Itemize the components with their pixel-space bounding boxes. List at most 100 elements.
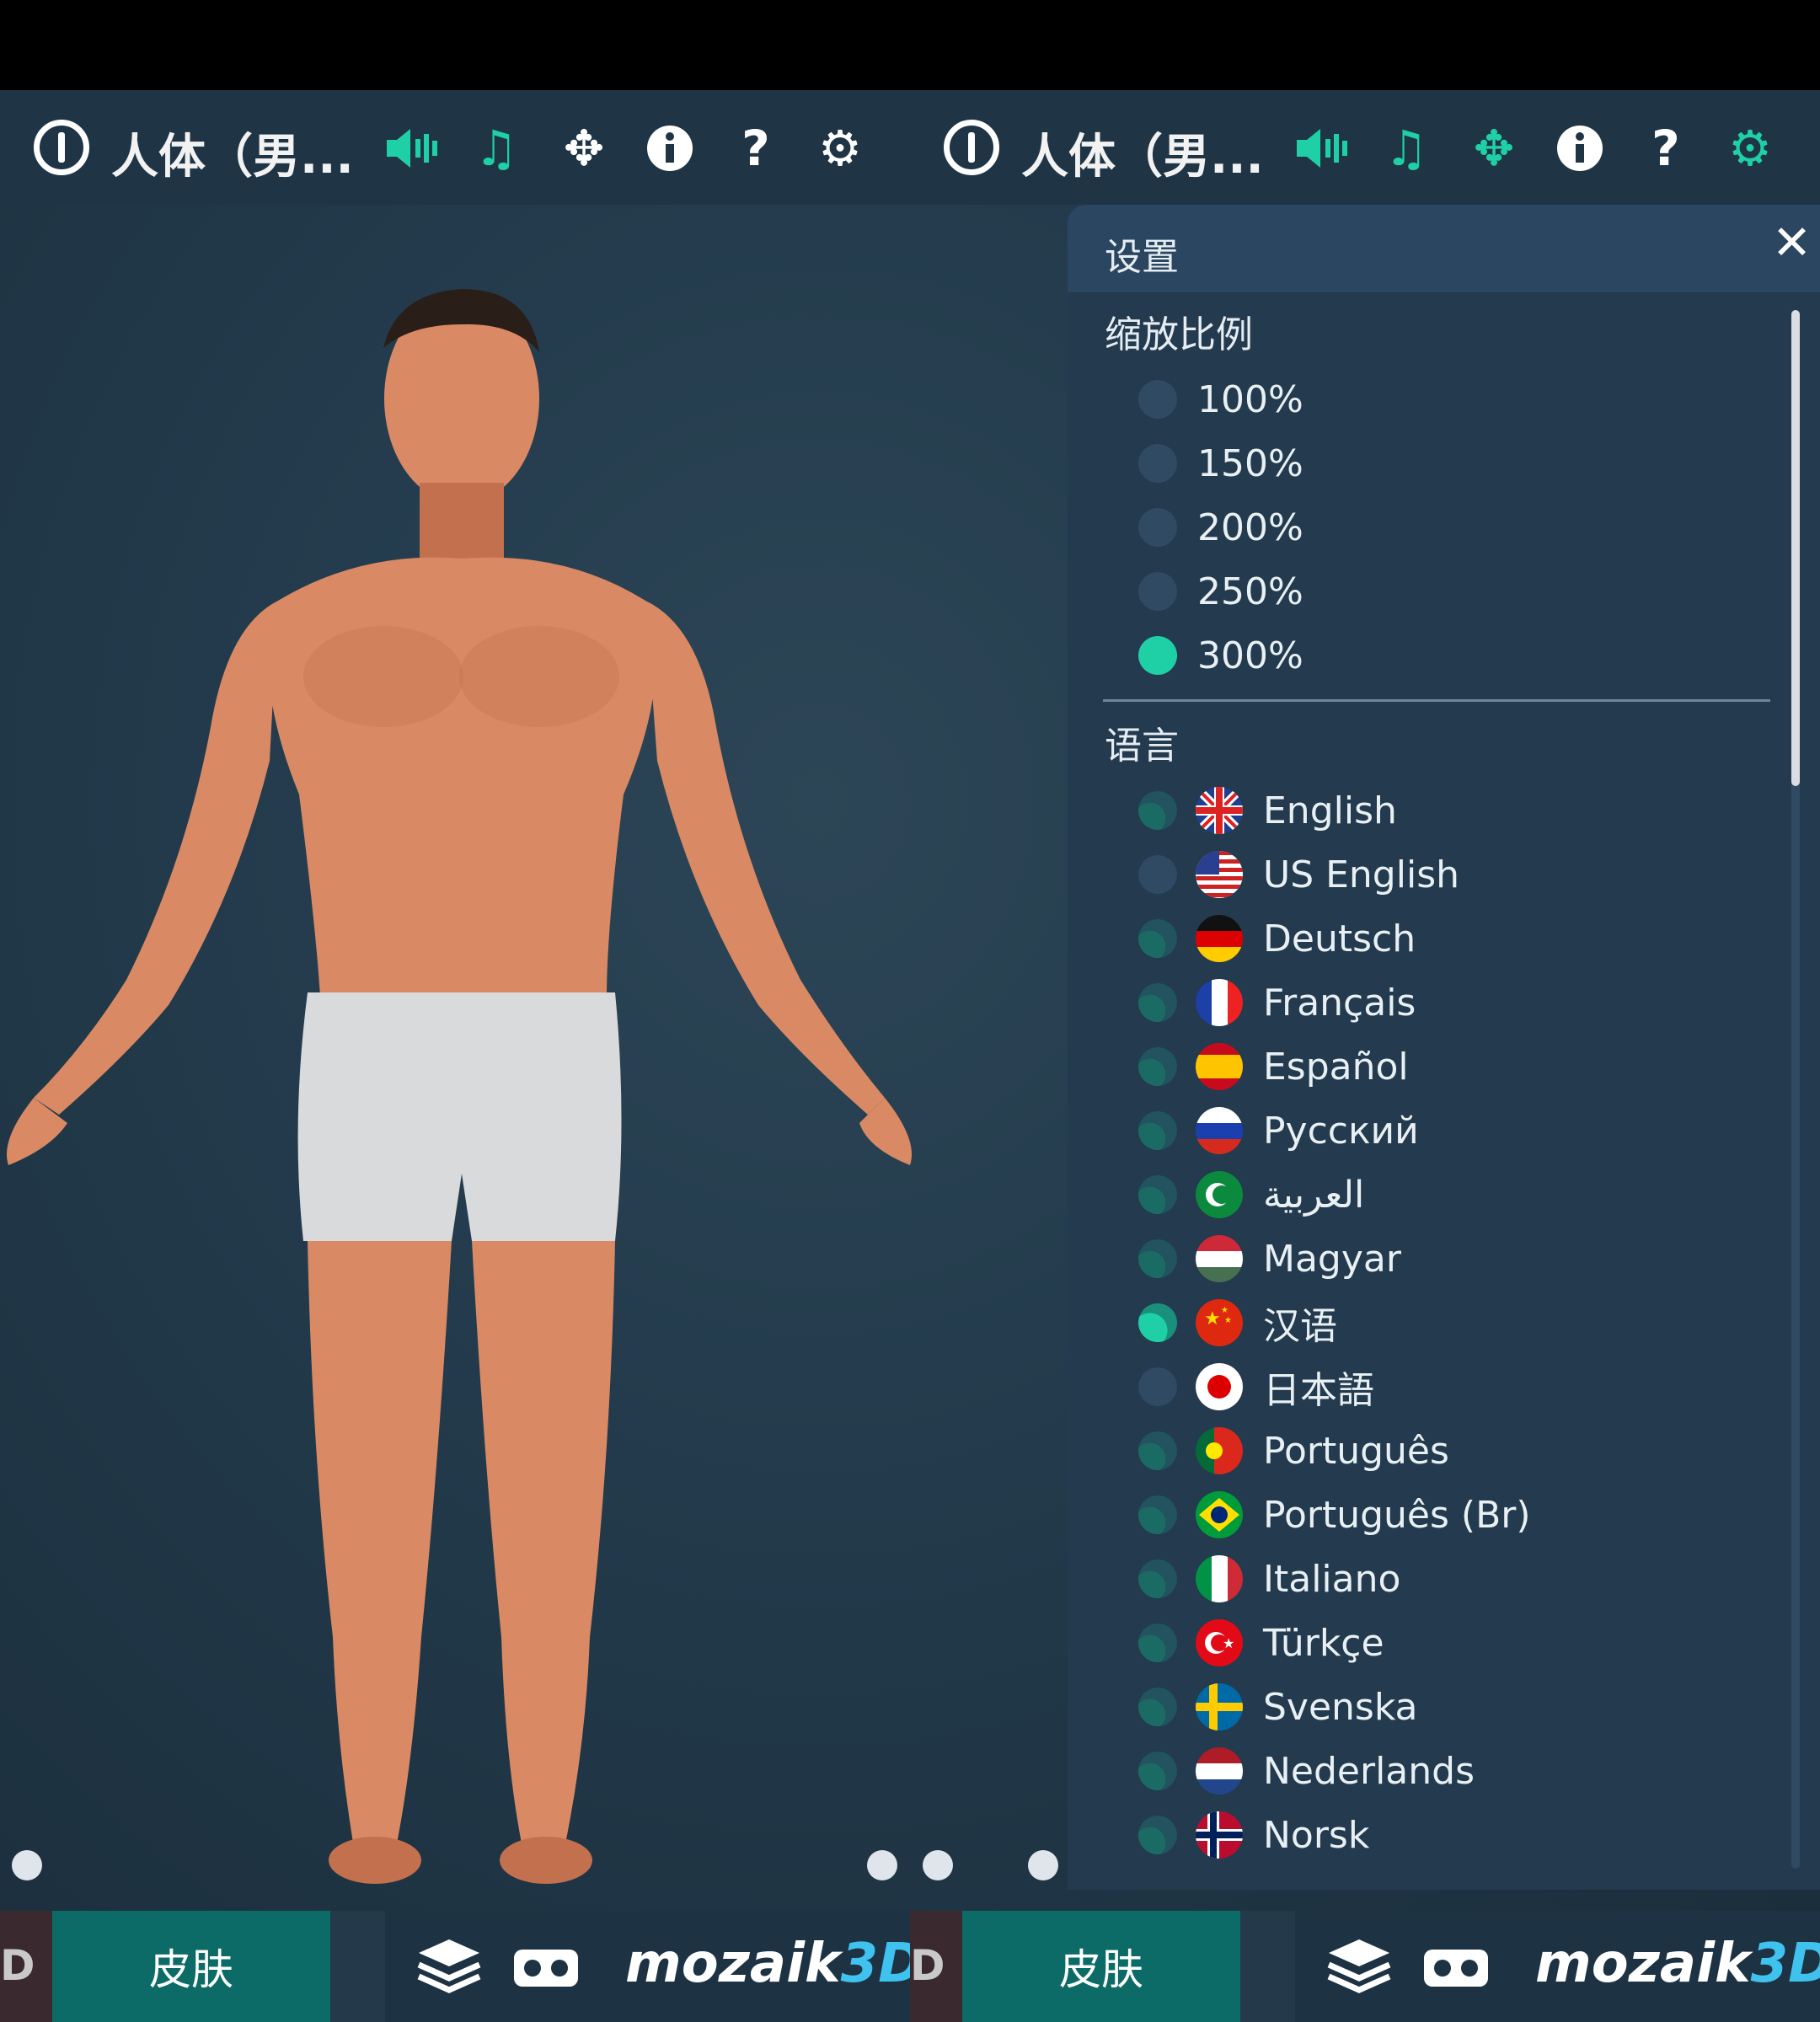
- radio-button[interactable]: [1138, 1752, 1177, 1790]
- scrollbar-thumb[interactable]: [1791, 310, 1800, 786]
- speaker-icon[interactable]: [384, 120, 440, 176]
- scrollbar[interactable]: [1791, 310, 1800, 1869]
- settings-icon[interactable]: ⚙: [812, 120, 868, 176]
- language-label: Nederlands: [1263, 1749, 1475, 1793]
- language-option-us-english[interactable]: US English: [1138, 848, 1459, 901]
- scale-option-label: 200%: [1197, 506, 1303, 549]
- germany-flag-icon: [1196, 915, 1243, 962]
- toolbar-left: 人体（男... ♫ ✥ ? ⚙: [0, 90, 910, 205]
- radio-button[interactable]: [1138, 1175, 1177, 1214]
- edge-letter: D: [910, 1941, 945, 1990]
- language-option-chinese[interactable]: ★ ★ ★ 汉语: [1138, 1297, 1337, 1349]
- edge-tab[interactable]: D: [910, 1911, 962, 2022]
- language-option-norsk[interactable]: Norsk: [1138, 1809, 1369, 1861]
- language-label: Français: [1263, 981, 1416, 1024]
- mozaik3d-logo: mozaik3D: [625, 1933, 923, 1995]
- brazil-flag-icon: [1196, 1491, 1243, 1538]
- info-icon[interactable]: [642, 120, 698, 176]
- radio-button[interactable]: [1138, 1623, 1177, 1662]
- pagination-dot[interactable]: [12, 1850, 42, 1880]
- language-option-nederlands[interactable]: Nederlands: [1138, 1745, 1475, 1797]
- move-icon[interactable]: ✥: [556, 120, 612, 176]
- speaker-icon[interactable]: [1294, 120, 1350, 176]
- status-bar: [0, 0, 1820, 90]
- settings-icon[interactable]: ⚙: [1722, 120, 1778, 176]
- svg-text:★: ★: [1204, 1308, 1221, 1329]
- language-option-italiano[interactable]: Italiano: [1138, 1553, 1400, 1605]
- skin-tab[interactable]: 皮肤: [962, 1911, 1240, 2022]
- human-body-model[interactable]: [0, 205, 927, 1911]
- radio-button[interactable]: [1138, 1431, 1177, 1470]
- edge-tab[interactable]: D: [0, 1911, 52, 2022]
- bottom-bar: D 皮肤 mozaik3D D 皮肤 mozaik3D: [0, 1911, 1820, 2022]
- help-icon[interactable]: ?: [728, 120, 784, 176]
- portugal-flag-icon: [1196, 1427, 1243, 1474]
- language-option-portugues-br[interactable]: Português (Br): [1138, 1489, 1531, 1541]
- music-icon[interactable]: ♫: [1378, 120, 1434, 176]
- scale-option-200[interactable]: 200%: [1138, 501, 1303, 554]
- language-option-espanol[interactable]: Español: [1138, 1040, 1409, 1093]
- power-icon[interactable]: [944, 120, 999, 175]
- language-option-english[interactable]: English: [1138, 784, 1397, 837]
- radio-button[interactable]: [1138, 1559, 1177, 1598]
- skin-tab[interactable]: 皮肤: [52, 1911, 330, 2022]
- layers-icon[interactable]: [1327, 1938, 1391, 1997]
- scale-option-150[interactable]: 150%: [1138, 437, 1303, 489]
- language-option-magyar[interactable]: Magyar: [1138, 1233, 1401, 1285]
- language-label: US English: [1263, 853, 1459, 896]
- language-label: 汉语: [1263, 1305, 1337, 1348]
- scale-option-300[interactable]: 300%: [1138, 629, 1303, 682]
- language-label: 日本語: [1263, 1369, 1374, 1412]
- scale-option-label: 300%: [1197, 634, 1303, 677]
- radio-button[interactable]: [1138, 1495, 1177, 1534]
- pagination-dot[interactable]: [1028, 1850, 1058, 1880]
- scale-option-100[interactable]: 100%: [1138, 373, 1303, 425]
- radio-button[interactable]: [1138, 380, 1177, 419]
- move-icon[interactable]: ✥: [1466, 120, 1522, 176]
- radio-button[interactable]: [1138, 572, 1177, 611]
- language-option-arabic[interactable]: العربية: [1138, 1169, 1364, 1221]
- radio-button[interactable]: [1138, 1816, 1177, 1854]
- spain-flag-icon: [1196, 1043, 1243, 1090]
- radio-button[interactable]: [1138, 983, 1177, 1022]
- russia-flag-icon: [1196, 1107, 1243, 1154]
- language-label: Deutsch: [1263, 917, 1416, 960]
- scale-option-250[interactable]: 250%: [1138, 565, 1303, 618]
- radio-button[interactable]: [1138, 791, 1177, 830]
- language-label: Svenska: [1263, 1685, 1418, 1729]
- layers-icon[interactable]: [417, 1938, 481, 1997]
- vr-headset-icon[interactable]: [1422, 1938, 1490, 1997]
- language-option-deutsch[interactable]: Deutsch: [1138, 912, 1416, 965]
- language-option-japanese[interactable]: 日本語: [1138, 1361, 1374, 1413]
- radio-button[interactable]: [1138, 1367, 1177, 1406]
- language-option-portugues[interactable]: Português: [1138, 1425, 1449, 1477]
- music-icon[interactable]: ♫: [468, 120, 524, 176]
- radio-button-selected[interactable]: [1138, 1303, 1177, 1342]
- radio-button[interactable]: [1138, 444, 1177, 483]
- language-option-turkce[interactable]: ★ Türkçe: [1138, 1617, 1384, 1669]
- france-flag-icon: [1196, 979, 1243, 1026]
- scale-option-label: 150%: [1197, 441, 1303, 485]
- power-icon[interactable]: [34, 120, 89, 175]
- language-option-russian[interactable]: Русский: [1138, 1105, 1419, 1157]
- radio-button[interactable]: [1138, 855, 1177, 894]
- language-option-francais[interactable]: Français: [1138, 976, 1416, 1029]
- china-flag-icon: ★ ★ ★: [1196, 1299, 1243, 1346]
- radio-button[interactable]: [1138, 1047, 1177, 1086]
- vr-headset-icon[interactable]: [512, 1938, 580, 1997]
- radio-button[interactable]: [1138, 1239, 1177, 1278]
- help-icon[interactable]: ?: [1638, 120, 1694, 176]
- pagination-dot[interactable]: [867, 1850, 897, 1880]
- radio-button[interactable]: [1138, 919, 1177, 958]
- info-icon[interactable]: [1552, 120, 1608, 176]
- sweden-flag-icon: [1196, 1683, 1243, 1730]
- radio-button[interactable]: [1138, 1111, 1177, 1150]
- italy-flag-icon: [1196, 1555, 1243, 1602]
- radio-button[interactable]: [1138, 1688, 1177, 1726]
- pagination-dot[interactable]: [923, 1850, 953, 1880]
- radio-button-selected[interactable]: [1138, 636, 1177, 675]
- radio-button[interactable]: [1138, 508, 1177, 547]
- language-section-title: 语言: [1105, 725, 1179, 768]
- close-icon[interactable]: ✕: [1772, 220, 1812, 267]
- language-option-svenska[interactable]: Svenska: [1138, 1681, 1418, 1733]
